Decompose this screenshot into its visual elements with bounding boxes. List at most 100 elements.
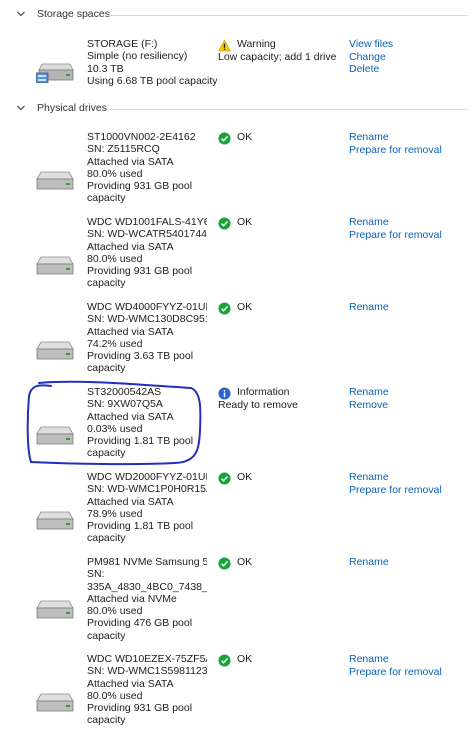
- hard-drive-icon: [36, 693, 74, 712]
- physical-drives-header[interactable]: Physical drives: [0, 100, 474, 118]
- drive-item: WDC WD2000FYYZ-01UL1... SN: WD-WMC1P0H0R…: [0, 471, 474, 546]
- drive-capacity-cont: capacity: [87, 447, 126, 460]
- drive-name: WDC WD2000FYYZ-01UL1...: [87, 471, 207, 483]
- drive-connection: Attached via SATA: [87, 410, 174, 423]
- drive-serial: SN: WD-WMC1P0H0R15Z: [87, 483, 207, 496]
- drive-connection: Attached via SATA: [87, 240, 174, 253]
- drive-item: WDC WD1001FALS-41Y6A0 SN: WD-WCATR540174…: [0, 216, 474, 291]
- status-label: OK: [237, 653, 253, 665]
- drive-name: PM981 NVMe Samsung 5...: [87, 556, 207, 568]
- drive-name: WDC WD10EZEX-75ZF5A0: [87, 653, 207, 665]
- storage-space-details: STORAGE (F:) Simple (no resiliency) 10.3…: [87, 38, 217, 87]
- remove-link[interactable]: Remove: [349, 399, 389, 412]
- hard-drive-icon: [36, 511, 74, 530]
- space-name: STORAGE (F:): [87, 38, 158, 50]
- view-files-link[interactable]: View files: [349, 38, 393, 51]
- drive-capacity: Providing 1.81 TB pool: [87, 435, 194, 448]
- drive-details: WDC WD10EZEX-75ZF5A0 SN: WD-WMC1S5981123…: [87, 653, 207, 727]
- drive-item: ST32000542AS SN: 9XW07Q5A Attached via S…: [0, 386, 474, 461]
- drive-used: 74.2% used: [87, 337, 143, 350]
- prepare-for-removal-link[interactable]: Prepare for removal: [349, 666, 442, 679]
- hard-drive-icon: [36, 171, 74, 190]
- hard-drive-icon: [36, 426, 74, 445]
- drive-serial: SN:: [87, 568, 105, 581]
- drive-capacity: Providing 931 GB pool: [87, 265, 193, 278]
- delete-link[interactable]: Delete: [349, 63, 393, 76]
- prepare-for-removal-link[interactable]: Prepare for removal: [349, 484, 442, 497]
- drive-capacity-cont: capacity: [87, 362, 126, 375]
- drive-used: 80.0% used: [87, 252, 143, 265]
- rename-link[interactable]: Rename: [349, 556, 389, 569]
- divider: [110, 109, 468, 110]
- drive-capacity-cont: capacity: [87, 277, 126, 290]
- status-label: OK: [237, 471, 253, 483]
- check-icon: [218, 132, 231, 145]
- drive-capacity-cont: capacity: [87, 714, 126, 727]
- drive-connection: Attached via NVMe: [87, 592, 177, 605]
- drive-connection: Attached via SATA: [87, 325, 174, 338]
- drive-capacity-cont: capacity: [87, 629, 126, 642]
- drive-used: 80.0% used: [87, 689, 143, 702]
- drive-name: WDC WD1001FALS-41Y6A0: [87, 216, 207, 228]
- chevron-down-icon[interactable]: [16, 103, 26, 113]
- drive-serial: SN: 9XW07Q5A: [87, 398, 163, 411]
- change-link[interactable]: Change: [349, 51, 393, 64]
- drive-capacity: Providing 931 GB pool: [87, 180, 193, 193]
- drive-serial: SN: WD-WCATR5401744: [87, 228, 207, 241]
- check-icon: [218, 302, 231, 315]
- status-detail: Ready to remove: [218, 399, 298, 411]
- prepare-for-removal-link[interactable]: Prepare for removal: [349, 144, 442, 157]
- storage-space-item: STORAGE (F:) Simple (no resiliency) 10.3…: [0, 38, 474, 88]
- check-icon: [218, 472, 231, 485]
- prepare-for-removal-link[interactable]: Prepare for removal: [349, 229, 442, 242]
- rename-link[interactable]: Rename: [349, 131, 442, 144]
- storage-spaces-header[interactable]: Storage spaces: [0, 6, 474, 24]
- rename-link[interactable]: Rename: [349, 216, 442, 229]
- drive-capacity: Providing 476 GB pool: [87, 617, 193, 630]
- status-detail: Low capacity; add 1 drive: [218, 51, 337, 63]
- rename-link[interactable]: Rename: [349, 471, 442, 484]
- space-actions: View files Change Delete: [349, 38, 393, 76]
- drive-name: WDC WD4000FYYZ-01UL1...: [87, 301, 207, 313]
- drive-serial: SN: WD-WMC130D8C951: [87, 313, 207, 326]
- drive-connection: Attached via SATA: [87, 677, 174, 690]
- section-title: Physical drives: [37, 102, 108, 114]
- space-size: 10.3 TB: [87, 62, 124, 75]
- space-resiliency: Simple (no resiliency): [87, 50, 188, 63]
- drive-item: PM981 NVMe Samsung 5... SN: 335A_4830_4B…: [0, 556, 474, 644]
- drive-details: WDC WD1001FALS-41Y6A0 SN: WD-WCATR540174…: [87, 216, 207, 290]
- drive-capacity: Providing 3.63 TB pool: [87, 350, 194, 363]
- hard-drive-icon: [36, 341, 74, 360]
- drive-actions: Rename Remove: [349, 386, 389, 411]
- status-label: OK: [237, 216, 253, 228]
- drive-capacity-cont: capacity: [87, 192, 126, 205]
- drive-actions: Rename: [349, 556, 389, 569]
- drive-capacity: Providing 931 GB pool: [87, 702, 193, 715]
- drive-details: WDC WD4000FYYZ-01UL1... SN: WD-WMC130D8C…: [87, 301, 207, 375]
- drive-item: WDC WD4000FYYZ-01UL1... SN: WD-WMC130D8C…: [0, 301, 474, 376]
- drive-details: PM981 NVMe Samsung 5... SN: 335A_4830_4B…: [87, 556, 207, 642]
- drive-actions: Rename Prepare for removal: [349, 131, 442, 156]
- rename-link[interactable]: Rename: [349, 653, 442, 666]
- status-label: OK: [237, 556, 253, 568]
- drive-actions: Rename Prepare for removal: [349, 653, 442, 678]
- drive-connection: Attached via SATA: [87, 155, 174, 168]
- drive-name: ST32000542AS: [87, 386, 162, 398]
- rename-link[interactable]: Rename: [349, 386, 389, 399]
- drive-actions: Rename Prepare for removal: [349, 471, 442, 496]
- space-usage: Using 6.68 TB pool capacity: [87, 74, 217, 87]
- status-label: OK: [237, 131, 253, 143]
- drive-used: 0.03% used: [87, 422, 143, 435]
- drive-name: ST1000VN002-2E4162: [87, 131, 196, 143]
- status-label: Warning: [237, 38, 276, 50]
- drive-details: WDC WD2000FYYZ-01UL1... SN: WD-WMC1P0H0R…: [87, 471, 207, 545]
- chevron-down-icon[interactable]: [16, 9, 26, 19]
- drive-serial: SN: Z5115RCQ: [87, 143, 160, 156]
- status-label: OK: [237, 301, 253, 313]
- rename-link[interactable]: Rename: [349, 301, 389, 314]
- drive-serial: SN: WD-WMC1S5981123: [87, 665, 207, 678]
- drive-capacity-cont: capacity: [87, 532, 126, 545]
- divider: [108, 15, 468, 16]
- storage-pool-icon: [36, 63, 74, 83]
- drive-actions: Rename Prepare for removal: [349, 216, 442, 241]
